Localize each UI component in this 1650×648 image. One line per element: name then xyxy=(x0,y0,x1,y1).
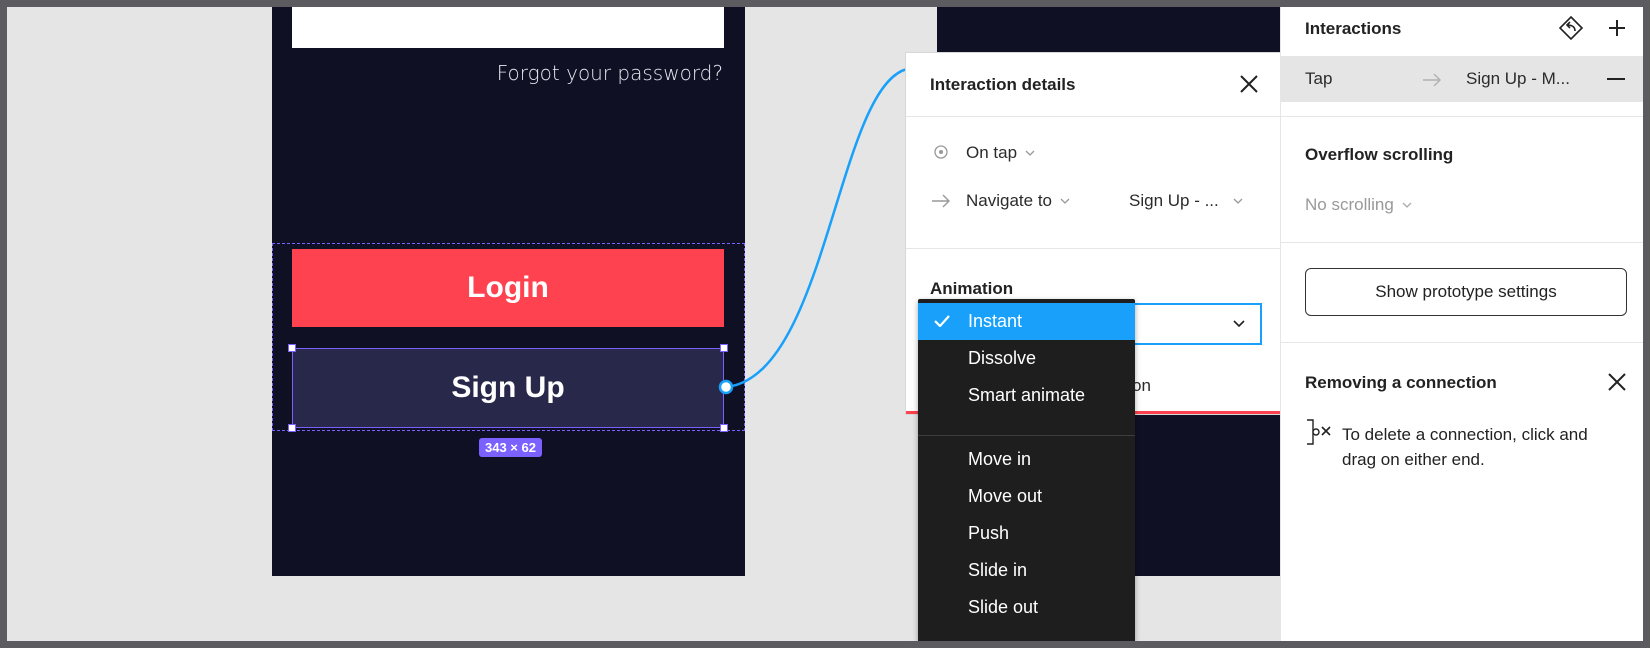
dropdown-option-push[interactable]: Push xyxy=(918,515,1135,552)
overflow-value: No scrolling xyxy=(1305,195,1394,214)
divider xyxy=(1281,242,1643,243)
divider xyxy=(1281,342,1643,343)
dropdown-option-move-out[interactable]: Move out xyxy=(918,478,1135,515)
dropdown-option-label: Dissolve xyxy=(968,348,1037,368)
chevron-down-icon xyxy=(1402,202,1412,208)
dropdown-option-label: Move in xyxy=(968,449,1032,469)
divider xyxy=(1281,116,1643,117)
dropdown-option-label: Instant xyxy=(968,311,1023,331)
arrow-right-icon xyxy=(1423,73,1441,87)
animation-dropdown-menu: Instant Dissolve Smart animate Move in M… xyxy=(918,299,1135,641)
chevron-down-icon xyxy=(1233,198,1243,204)
show-prototype-settings-button[interactable]: Show prototype settings xyxy=(1305,268,1627,316)
dropdown-option-label: Smart animate xyxy=(968,385,1086,405)
prototype-flow-icon[interactable] xyxy=(1558,15,1584,41)
trigger-tap-icon xyxy=(934,145,948,159)
destination-dropdown[interactable]: Sign Up - ... xyxy=(1129,191,1243,211)
dropdown-option-label: Move out xyxy=(968,486,1043,506)
canvas[interactable]: Forgot your password? Login Sign Up 343 … xyxy=(7,7,1643,641)
dropdown-option-dissolve[interactable]: Dissolve xyxy=(918,340,1135,377)
interaction-row-tap[interactable]: Tap Sign Up - M... xyxy=(1281,56,1643,102)
divider xyxy=(906,248,1287,249)
close-icon[interactable] xyxy=(1607,372,1627,392)
interactions-title: Interactions xyxy=(1305,19,1402,38)
dropdown-option-instant[interactable]: Instant xyxy=(918,303,1135,340)
trigger-dropdown[interactable]: On tap xyxy=(966,143,1035,163)
animation-select[interactable] xyxy=(1126,303,1262,345)
destination-value: Sign Up - ... xyxy=(1129,191,1219,210)
add-icon[interactable] xyxy=(1607,18,1627,38)
dropdown-option-label: Slide in xyxy=(968,560,1028,580)
overflow-title: Overflow scrolling xyxy=(1305,145,1454,164)
chevron-down-icon xyxy=(1233,320,1245,328)
chevron-down-icon xyxy=(1025,150,1035,156)
dropdown-option-label: Push xyxy=(968,523,1010,543)
interaction-destination: Sign Up - M... xyxy=(1466,69,1570,88)
arrow-right-icon xyxy=(932,194,950,208)
chevron-down-icon xyxy=(1060,198,1070,204)
dropdown-divider xyxy=(918,435,1135,436)
action-value: Navigate to xyxy=(966,191,1052,210)
close-icon[interactable] xyxy=(1239,74,1259,94)
remove-icon[interactable] xyxy=(1607,78,1625,80)
action-dropdown[interactable]: Navigate to xyxy=(966,191,1070,211)
removing-connection-title: Removing a connection xyxy=(1305,373,1497,392)
dropdown-option-label: Slide out xyxy=(968,597,1039,617)
dropdown-option-smart-animate[interactable]: Smart animate xyxy=(918,377,1135,414)
checkmark-icon xyxy=(934,315,950,327)
interaction-trigger: Tap xyxy=(1305,69,1333,88)
disconnect-icon xyxy=(1307,419,1331,445)
dropdown-option-slide-out[interactable]: Slide out xyxy=(918,589,1135,626)
overflow-dropdown[interactable]: No scrolling xyxy=(1305,195,1412,215)
trigger-value: On tap xyxy=(966,143,1018,162)
dropdown-option-move-in[interactable]: Move in xyxy=(918,441,1135,478)
right-properties-panel: Interactions Tap Sign Up - M... Overflow… xyxy=(1280,7,1643,641)
interaction-details-title: Interaction details xyxy=(930,75,1076,94)
dropdown-option-slide-in[interactable]: Slide in xyxy=(918,552,1135,589)
removing-connection-help: To delete a connection, click and drag o… xyxy=(1342,425,1588,469)
animation-heading: Animation xyxy=(930,279,1014,298)
